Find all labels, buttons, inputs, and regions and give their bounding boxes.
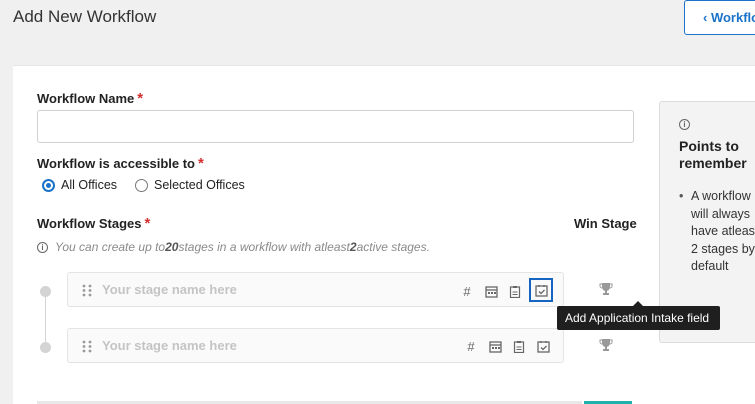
hash-icon[interactable]: # — [457, 281, 477, 301]
tooltip: Add Application Intake field — [557, 301, 720, 330]
required-mark: * — [144, 215, 151, 232]
tips-title: Points to remember — [679, 138, 747, 171]
info-icon: i — [679, 119, 690, 130]
radio-selected-offices-label: Selected Offices — [154, 178, 245, 192]
stages-info-text: i You can create up to 20 stages in a wo… — [37, 240, 430, 254]
stage-row: Your stage name here # — [67, 328, 564, 363]
required-mark: * — [197, 155, 204, 172]
calendar-icon[interactable] — [481, 281, 501, 301]
stage-timeline-dot — [40, 342, 51, 353]
application-intake-icon[interactable] — [533, 336, 553, 356]
workflow-name-label: Workflow Name * — [37, 90, 144, 107]
stage-name-input[interactable]: Your stage name here — [102, 338, 237, 353]
info-icon: i — [37, 241, 48, 253]
radio-all-offices[interactable]: All Offices — [42, 178, 117, 192]
back-to-workflows-button[interactable]: ‹ Workflows — [684, 0, 755, 35]
radio-unchecked-icon[interactable] — [135, 178, 148, 192]
hash-icon[interactable]: # — [461, 336, 481, 356]
tips-bullet: A workflow will always have atleast 2 st… — [679, 188, 755, 276]
workflow-stages-label: Workflow Stages * — [37, 215, 151, 232]
clipboard-icon[interactable] — [509, 336, 529, 356]
drag-handle-icon[interactable] — [82, 284, 92, 297]
required-mark: * — [137, 90, 144, 107]
trophy-icon[interactable] — [599, 338, 613, 352]
clipboard-icon[interactable] — [505, 281, 525, 301]
page-title: Add New Workflow — [13, 7, 157, 26]
calendar-icon[interactable] — [485, 336, 505, 356]
trophy-icon[interactable] — [599, 282, 613, 296]
stage-name-input[interactable]: Your stage name here — [102, 282, 237, 297]
access-label: Workflow is accessible to * — [37, 155, 204, 172]
workflow-name-input[interactable] — [37, 110, 634, 143]
drag-handle-icon[interactable] — [82, 340, 92, 353]
radio-selected-offices[interactable]: Selected Offices — [135, 178, 245, 192]
stage-timeline-dot — [40, 286, 51, 297]
application-intake-icon[interactable] — [529, 278, 553, 302]
stage-row: Your stage name here # — [67, 272, 564, 307]
win-stage-label: Win Stage — [574, 216, 637, 231]
radio-checked-icon[interactable] — [42, 178, 55, 192]
stage-timeline-line — [45, 297, 46, 342]
radio-all-offices-label: All Offices — [61, 178, 118, 192]
